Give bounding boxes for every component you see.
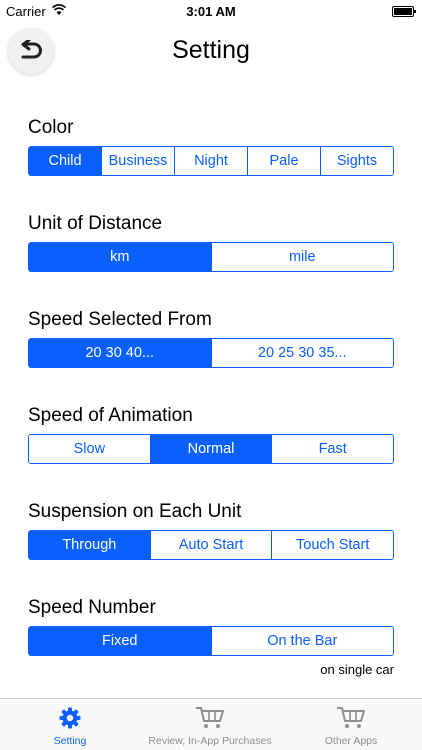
segment-pale[interactable]: Pale — [247, 147, 320, 175]
section-label: Speed of Animation — [28, 405, 193, 426]
section-label: Speed Number — [28, 597, 156, 618]
status-bar: Carrier 3:01 AM — [0, 0, 422, 22]
segment-auto-start[interactable]: Auto Start — [149, 531, 272, 559]
segment-km[interactable]: km — [29, 243, 211, 271]
tab-label: Setting — [53, 735, 87, 747]
segment-touch-start[interactable]: Touch Start — [271, 531, 393, 559]
battery-icon — [392, 6, 416, 17]
section-label: Unit of Distance — [28, 213, 163, 234]
section-suspension-on-each-unit: Suspension on Each Unit Through Auto Sta… — [28, 500, 394, 560]
tab-review-in-app-purchases[interactable]: Review, In-App Purchases — [140, 699, 280, 750]
segment-night[interactable]: Night — [174, 147, 247, 175]
tab-bar: Setting Review, In-App Purchases Other A… — [0, 698, 422, 750]
segment-fast[interactable]: Fast — [271, 435, 393, 463]
tab-other-apps[interactable]: Other Apps — [280, 699, 422, 750]
color-segmented-control: Child Business Night Pale Sights — [28, 146, 394, 176]
segment-sights[interactable]: Sights — [320, 147, 393, 175]
section-speed-number: Speed Number Fixed On the Bar on single … — [28, 596, 394, 677]
speed-selected-from-segmented-control: 20 30 40... 20 25 30 35... — [28, 338, 394, 368]
segment-mile[interactable]: mile — [210, 243, 393, 271]
section-label: Color — [28, 117, 74, 138]
cart-icon — [337, 707, 365, 728]
tab-setting[interactable]: Setting — [0, 699, 140, 750]
status-time: 3:01 AM — [186, 4, 236, 19]
section-label: Speed Selected From — [28, 309, 212, 330]
segment-normal[interactable]: Normal — [149, 435, 272, 463]
tab-label: Review, In-App Purchases — [148, 735, 272, 747]
cart-icon — [196, 707, 224, 728]
segment-fixed[interactable]: Fixed — [29, 627, 211, 655]
section-speed-selected-from: Speed Selected From 20 30 40... 20 25 30… — [28, 308, 394, 368]
speed-number-note: on single car — [320, 662, 394, 677]
section-unit-of-distance: Unit of Distance km mile — [28, 212, 394, 272]
section-label: Suspension on Each Unit — [28, 501, 242, 522]
suspension-segmented-control: Through Auto Start Touch Start — [28, 530, 394, 560]
tab-label: Other Apps — [324, 735, 378, 747]
segment-business[interactable]: Business — [101, 147, 174, 175]
segment-speed-step-10[interactable]: 20 30 40... — [29, 339, 211, 367]
segment-slow[interactable]: Slow — [29, 435, 150, 463]
speed-number-segmented-control: Fixed On the Bar — [28, 626, 394, 656]
section-speed-of-animation: Speed of Animation Slow Normal Fast — [28, 404, 394, 464]
distance-unit-segmented-control: km mile — [28, 242, 394, 272]
segment-speed-step-5[interactable]: 20 25 30 35... — [210, 339, 393, 367]
segment-through[interactable]: Through — [29, 531, 150, 559]
segment-child[interactable]: Child — [29, 147, 101, 175]
gear-icon — [59, 707, 81, 729]
page-title: Setting — [172, 36, 250, 64]
section-color: Color Child Business Night Pale Sights — [28, 116, 394, 176]
segment-on-the-bar[interactable]: On the Bar — [210, 627, 393, 655]
animation-speed-segmented-control: Slow Normal Fast — [28, 434, 394, 464]
